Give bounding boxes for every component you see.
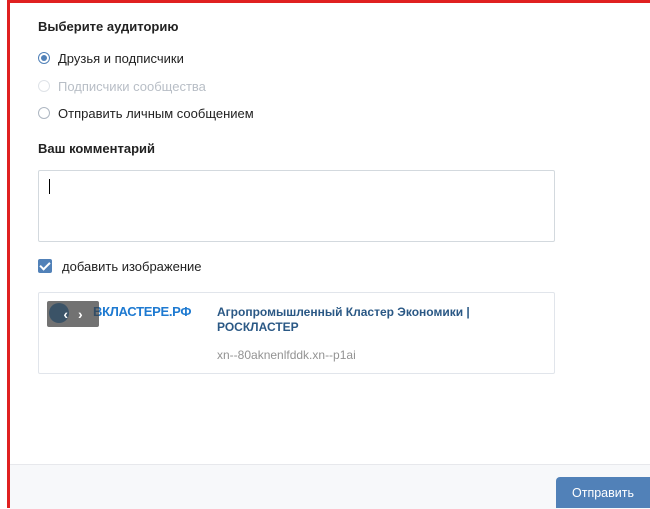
footer-bar	[10, 464, 650, 509]
preview-logo: ВКЛАСТЕРЕ.РФ ‹ ›	[45, 301, 205, 327]
preview-title-link[interactable]: Агропромышленный Кластер Экономики | РОС…	[217, 305, 517, 335]
add-image-checkbox-row[interactable]: добавить изображение	[38, 257, 202, 275]
radio-friends-followers[interactable]: Друзья и подписчики	[38, 49, 184, 67]
logo-text: ВКЛАСТЕРЕ.РФ	[93, 304, 192, 319]
radio-disabled-icon	[38, 80, 50, 92]
frame-left-border	[7, 0, 10, 508]
link-preview-card[interactable]: ВКЛАСТЕРЕ.РФ ‹ › Агропромышленный Класте…	[38, 292, 555, 374]
add-image-label: добавить изображение	[62, 258, 202, 274]
radio-label: Друзья и подписчики	[58, 50, 184, 66]
send-button[interactable]: Отправить	[556, 477, 650, 508]
radio-community-followers: Подписчики сообщества	[38, 77, 206, 95]
audience-title: Выберите аудиторию	[38, 19, 179, 34]
radio-unchecked-icon	[38, 107, 50, 119]
radio-label: Отправить личным сообщением	[58, 105, 254, 121]
radio-label: Подписчики сообщества	[58, 78, 206, 94]
checkbox-checked-icon[interactable]	[38, 259, 52, 273]
text-caret	[49, 179, 50, 194]
chevron-right-icon[interactable]: ›	[78, 307, 83, 321]
frame-top-border	[7, 0, 650, 3]
chevron-left-icon[interactable]: ‹	[63, 307, 68, 321]
comment-input[interactable]	[38, 170, 555, 242]
radio-checked-icon	[38, 52, 50, 64]
image-nav-overlay: ‹ ›	[47, 301, 99, 327]
preview-domain: xn--80aknenlfddk.xn--p1ai	[217, 348, 356, 362]
radio-private-message[interactable]: Отправить личным сообщением	[38, 104, 254, 122]
comment-title: Ваш комментарий	[38, 141, 156, 156]
